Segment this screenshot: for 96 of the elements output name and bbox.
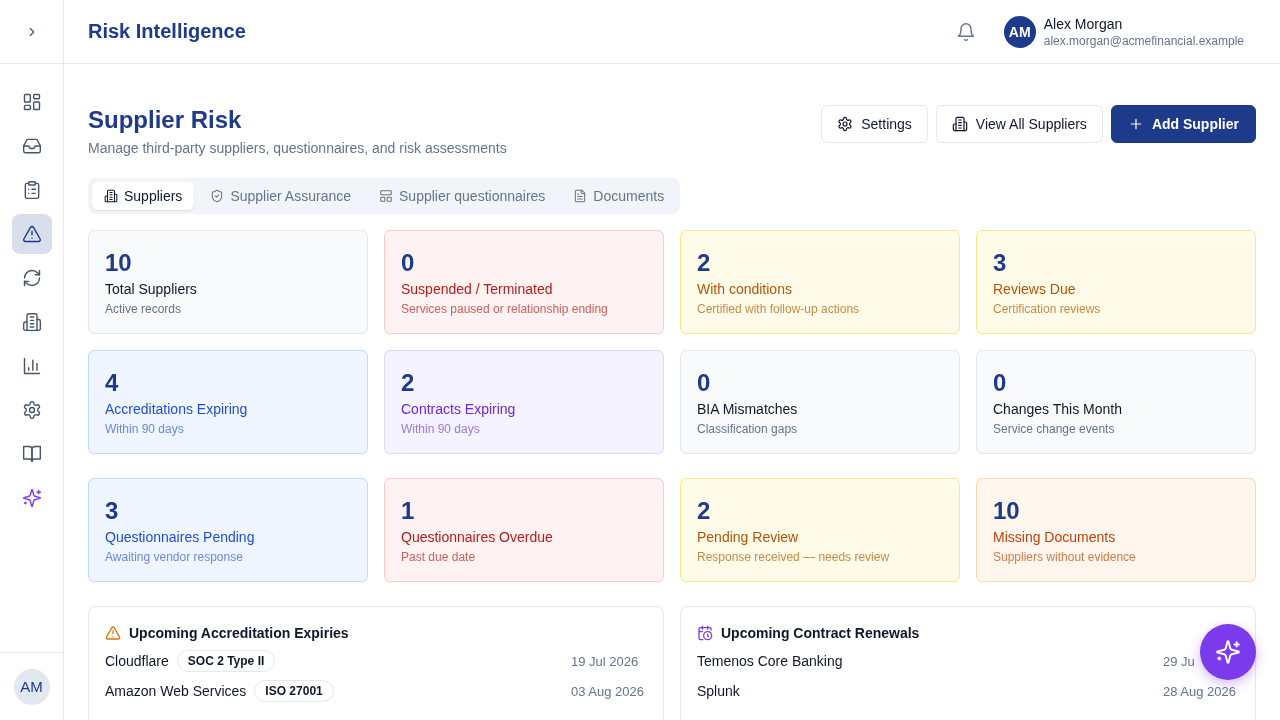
stat-note: Services paused or relationship ending [401,302,608,316]
stat-note: Response received — needs review [697,550,890,564]
stat-label: Suspended / Terminated [401,281,553,297]
stat-value: 1 [401,497,415,525]
stat-card[interactable]: 2 With conditions Certified with follow-up actions [680,230,960,334]
stat-card[interactable]: 2 Pending Review Response received — needs review [680,478,960,582]
building-icon [21,312,42,332]
stat-note: Within 90 days [105,422,184,436]
sparkle-icon [1215,639,1241,665]
stat-note: Awaiting vendor response [105,550,243,564]
app-title: Risk Intelligence [88,20,246,43]
stat-label: BIA Mismatches [697,401,798,417]
document-icon [573,189,588,203]
accreditation-tag: ISO 27001 [254,680,334,702]
book-icon [21,444,42,464]
stat-card[interactable]: 0 BIA Mismatches Classification gaps [680,350,960,454]
supplier-name: Cloudflare [105,653,169,669]
stat-note: Suppliers without evidence [993,550,1136,564]
stat-card[interactable]: 1 Questionnaires Overdue Past due date [384,478,664,582]
user-name: Alex Morgan [1043,15,1124,32]
stat-label: Pending Review [697,529,799,545]
tab[interactable]: Supplier questionnaires [367,182,558,210]
stat-card[interactable]: 10 Missing Documents Suppliers without evidence [976,478,1256,582]
stat-value: 3 [105,497,119,525]
user-avatar[interactable]: AM [1003,15,1036,48]
stat-note: Past due date [401,550,476,564]
stat-card[interactable]: 0 Suspended / Terminated Services paused or relationship ending [384,230,664,334]
page-title: Supplier Risk [88,105,243,135]
sidebar-nav-item[interactable] [11,214,52,254]
building-icon [104,189,118,203]
shield-icon [210,189,225,203]
tab[interactable]: Supplier Assurance [198,182,363,210]
stat-card[interactable]: 2 Contracts Expiring Within 90 days [384,350,664,454]
supplier-name: Splunk [697,683,740,699]
stat-label: Contracts Expiring [401,401,516,417]
settings-icon [837,116,854,132]
due-date: 29 Ju [1163,653,1196,669]
stat-note: Within 90 days [401,422,480,436]
stat-note: Certification reviews [993,302,1101,316]
tab[interactable]: Suppliers [92,182,195,210]
panel-title: Upcoming Accreditation Expiries [129,625,349,641]
stat-card[interactable]: 4 Accreditations Expiring Within 90 days [88,350,368,454]
refresh-icon [21,268,42,288]
stat-value: 4 [105,369,119,397]
action-button[interactable]: Settings [821,105,928,143]
page-subtitle: Manage third-party suppliers, questionnaires, and risk assessments [88,140,507,156]
sparkle-icon [21,488,42,508]
bell-icon [955,21,976,42]
stat-value: 0 [993,369,1007,397]
stat-value: 3 [993,249,1007,277]
layout-icon [379,189,393,203]
stat-value: 0 [697,369,711,397]
action-button[interactable]: View All Suppliers [935,105,1103,143]
assistant-button[interactable] [1200,624,1256,680]
stat-value: 10 [993,497,1020,525]
stat-card[interactable]: 3 Questionnaires Pending Awaiting vendor response [88,478,368,582]
bar-chart-icon [21,356,42,376]
stat-note: Certified with follow-up actions [697,302,860,316]
stat-label: Total Suppliers [105,281,197,297]
stat-value: 2 [697,497,711,525]
dashboard-icon [21,92,42,112]
stat-note: Classification gaps [697,422,798,436]
add-button[interactable]: Add Supplier [1110,105,1256,143]
warning-icon [21,224,42,244]
user-email: alex.morgan@acmefinancial.example [1043,33,1244,48]
stat-value: 0 [401,249,415,277]
stat-label: With conditions [697,281,792,297]
stat-note: Active records [105,302,182,316]
accreditation-tag: SOC 2 Type II [176,650,276,672]
user-avatar[interactable]: AM [13,668,50,705]
stat-label: Missing Documents [993,529,1116,545]
supplier-name: Temenos Core Banking [697,653,843,669]
stat-note: Service change events [993,422,1115,436]
inbox-icon [21,136,42,156]
due-date: 19 Jul 2026 [571,653,640,669]
calendar-clock-icon [697,625,713,641]
warning-icon [105,625,121,641]
notifications-button[interactable] [955,21,976,42]
stat-value: 2 [401,369,415,397]
stat-label: Questionnaires Pending [105,529,255,545]
stat-value: 2 [697,249,711,277]
due-date: 28 Aug 2026 [1163,683,1238,699]
stat-label: Changes This Month [993,401,1122,417]
building-icon [951,116,968,132]
panel-title: Upcoming Contract Renewals [721,625,920,641]
supplier-name: Amazon Web Services [105,683,247,699]
tab[interactable]: Documents [561,182,677,210]
stat-label: Reviews Due [993,281,1076,297]
stat-card[interactable]: 3 Reviews Due Certification reviews [976,230,1256,334]
stat-label: Questionnaires Overdue [401,529,553,545]
due-date: 03 Aug 2026 [571,683,646,699]
stat-card[interactable]: 0 Changes This Month Service change events [976,350,1256,454]
stat-label: Accreditations Expiring [105,401,248,417]
stat-card[interactable]: 10 Total Suppliers Active records [88,230,368,334]
settings-icon [21,400,42,420]
stat-value: 10 [105,249,132,277]
